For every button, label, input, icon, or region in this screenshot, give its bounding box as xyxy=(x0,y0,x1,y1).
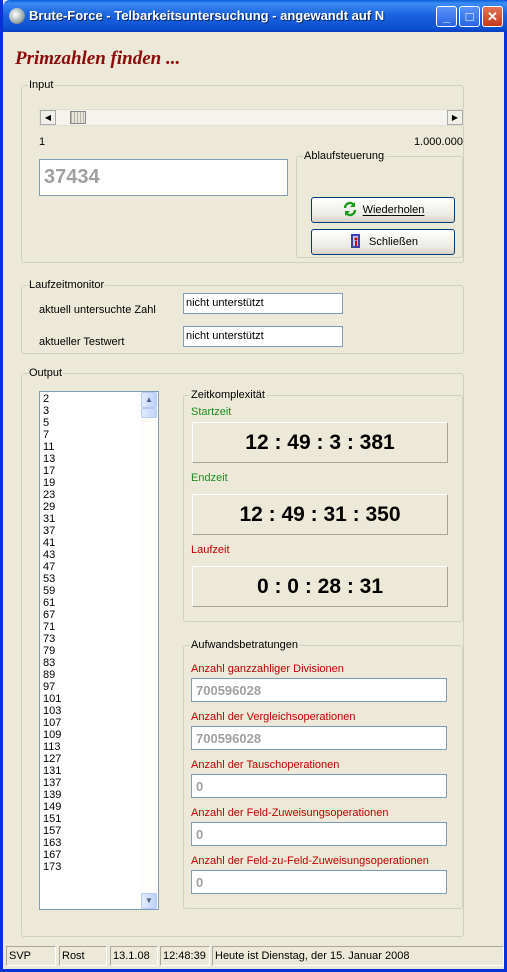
assign-field[interactable]: 0 xyxy=(191,822,447,846)
laufzeitmonitor-legend: Laufzeitmonitor xyxy=(29,279,105,291)
output-legend: Output xyxy=(29,367,63,379)
status-cell-user: SVP xyxy=(6,946,56,966)
refresh-icon xyxy=(343,201,356,217)
list-item[interactable]: 3 xyxy=(43,405,61,417)
list-item[interactable]: 61 xyxy=(43,597,61,609)
ablauf-legend: Ablaufsteuerung xyxy=(304,150,385,162)
page-title: Primzahlen finden ... xyxy=(15,48,181,69)
field-assign-label: Anzahl der Feld-zu-Feld-Zuweisungsoperat… xyxy=(191,855,429,867)
scroll-down-arrow[interactable]: ▼ xyxy=(141,893,157,909)
swap-field[interactable]: 0 xyxy=(191,774,447,798)
end-time-display: 12 : 49 : 31 : 350 xyxy=(192,494,448,535)
list-item[interactable]: 2 xyxy=(43,393,61,405)
number-input[interactable]: 37434 xyxy=(39,159,288,196)
close-button-label: Schließen xyxy=(369,236,418,248)
close-window-button[interactable]: ✕ xyxy=(482,6,503,27)
slider-left-arrow[interactable]: ◀ xyxy=(40,110,56,125)
close-button[interactable]: Schließen xyxy=(311,229,455,255)
repeat-button-label: Wiederholen xyxy=(362,204,425,216)
list-item[interactable]: 79 xyxy=(43,645,61,657)
repeat-button[interactable]: Wiederholen xyxy=(311,197,455,223)
slider-min-label: 1 xyxy=(39,136,46,148)
swap-label: Anzahl der Tauschoperationen xyxy=(191,759,340,771)
current-number-label: aktuell untersuchte Zahl xyxy=(39,304,156,316)
window-title: Brute-Force - Telbarkeitsuntersuchung - … xyxy=(29,8,385,23)
current-number-field[interactable]: nicht unterstützt xyxy=(183,293,343,314)
list-item[interactable]: 13 xyxy=(43,453,61,465)
minimize-button[interactable]: _ xyxy=(436,6,457,27)
list-item[interactable]: 151 xyxy=(43,813,61,825)
test-value-field[interactable]: nicht unterstützt xyxy=(183,326,343,347)
aufwand-legend: Aufwandsbetratungen xyxy=(191,639,299,651)
list-item[interactable]: 71 xyxy=(43,621,61,633)
maximize-button[interactable]: □ xyxy=(459,6,480,27)
run-time-label: Laufzeit xyxy=(191,544,230,556)
door-exit-icon xyxy=(351,234,361,248)
list-item[interactable]: 11 xyxy=(43,441,61,453)
field-assign-field[interactable]: 0 xyxy=(191,870,447,894)
list-item[interactable]: 47 xyxy=(43,561,61,573)
list-item[interactable]: 53 xyxy=(43,573,61,585)
list-item[interactable]: 173 xyxy=(43,861,61,873)
list-item[interactable]: 7 xyxy=(43,429,61,441)
primes-list[interactable]: 2 3 5 7 11 13 17 19 23 29 31 37 41 43 47 53 59 61 67 71 73 79… xyxy=(39,391,159,910)
list-item[interactable]: 107 xyxy=(43,717,61,729)
list-item[interactable]: 131 xyxy=(43,765,61,777)
list-item[interactable]: 67 xyxy=(43,609,61,621)
slider-thumb[interactable] xyxy=(70,111,86,124)
slider-max-label: 1.000.000 xyxy=(414,136,463,148)
list-item[interactable]: 19 xyxy=(43,477,61,489)
test-value-label: aktueller Testwert xyxy=(39,336,125,348)
number-slider[interactable]: ◀ ▶ xyxy=(39,109,464,126)
zeitkomplexitaet-legend: Zeitkomplexität xyxy=(191,389,265,401)
list-item[interactable]: 43 xyxy=(43,549,61,561)
list-item[interactable]: 103 xyxy=(43,705,61,717)
input-legend: Input xyxy=(29,79,54,91)
list-item[interactable]: 83 xyxy=(43,657,61,669)
status-cell-time: 12:48:39 xyxy=(160,946,210,966)
compare-field[interactable]: 700596028 xyxy=(191,726,447,750)
list-item[interactable]: 167 xyxy=(43,849,61,861)
list-item[interactable]: 97 xyxy=(43,681,61,693)
list-item[interactable]: 163 xyxy=(43,837,61,849)
list-item[interactable]: 29 xyxy=(43,501,61,513)
list-item[interactable]: 59 xyxy=(43,585,61,597)
scroll-thumb[interactable] xyxy=(141,408,157,418)
list-item[interactable]: 137 xyxy=(43,777,61,789)
compare-label: Anzahl der Vergleichsoperationen xyxy=(191,711,356,723)
slider-right-arrow[interactable]: ▶ xyxy=(447,110,463,125)
scroll-up-arrow[interactable]: ▲ xyxy=(141,392,157,408)
primes-list-items: 2 3 5 7 11 13 17 19 23 29 31 37 41 43 47 53 59 61 67 71 73 79… xyxy=(43,393,61,873)
primes-list-scrollbar[interactable]: ▲ ▼ xyxy=(141,392,158,909)
end-time-label: Endzeit xyxy=(191,472,228,484)
list-item[interactable]: 41 xyxy=(43,537,61,549)
list-item[interactable]: 113 xyxy=(43,741,61,753)
app-window: Brute-Force - Telbarkeitsuntersuchung - … xyxy=(0,0,507,972)
list-item[interactable]: 149 xyxy=(43,801,61,813)
start-time-display: 12 : 49 : 3 : 381 xyxy=(192,422,448,463)
list-item[interactable]: 157 xyxy=(43,825,61,837)
list-item[interactable]: 139 xyxy=(43,789,61,801)
list-item[interactable]: 5 xyxy=(43,417,61,429)
title-bar[interactable]: Brute-Force - Telbarkeitsuntersuchung - … xyxy=(3,0,507,32)
list-item[interactable]: 109 xyxy=(43,729,61,741)
start-time-label: Startzeit xyxy=(191,406,232,418)
list-item[interactable]: 17 xyxy=(43,465,61,477)
list-item[interactable]: 23 xyxy=(43,489,61,501)
status-cell-name: Rost xyxy=(59,946,107,966)
list-item[interactable]: 31 xyxy=(43,513,61,525)
divisions-field[interactable]: 700596028 xyxy=(191,678,447,702)
status-cell-date: 13.1.08 xyxy=(110,946,158,966)
assign-label: Anzahl der Feld-Zuweisungsoperationen xyxy=(191,807,389,819)
run-time-display: 0 : 0 : 28 : 31 xyxy=(192,566,448,607)
list-item[interactable]: 37 xyxy=(43,525,61,537)
status-bar: SVP Rost 13.1.08 12:48:39 Heute ist Dien… xyxy=(6,946,504,966)
list-item[interactable]: 127 xyxy=(43,753,61,765)
status-cell-message: Heute ist Dienstag, der 15. Januar 2008 xyxy=(212,946,504,966)
list-item[interactable]: 73 xyxy=(43,633,61,645)
list-item[interactable]: 101 xyxy=(43,693,61,705)
divisions-label: Anzahl ganzzahliger Divisionen xyxy=(191,663,344,675)
list-item[interactable]: 89 xyxy=(43,669,61,681)
app-icon xyxy=(9,8,25,24)
